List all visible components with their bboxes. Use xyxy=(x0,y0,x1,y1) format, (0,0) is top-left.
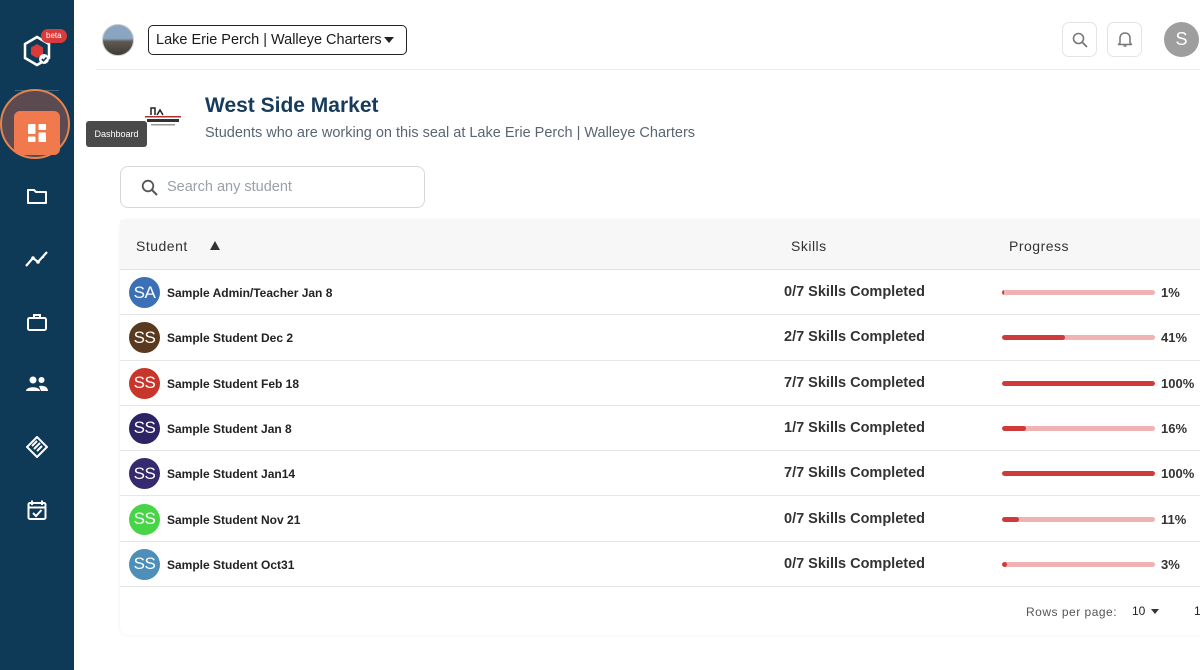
dashboard-icon xyxy=(28,124,46,142)
search-icon xyxy=(141,179,158,196)
progress-bar xyxy=(1002,471,1155,477)
skills-completed: 1/7 Skills Completed xyxy=(784,419,926,436)
caret-down-icon[interactable] xyxy=(1151,609,1159,614)
student-avatar: SS xyxy=(129,503,160,535)
progress-bar-fill xyxy=(1002,335,1065,341)
briefcase-icon xyxy=(27,314,47,331)
student-avatar: SA xyxy=(129,277,160,308)
people-icon xyxy=(26,376,48,391)
progress-bar-fill xyxy=(1002,516,1019,522)
student-name[interactable]: Sample Student Jan 8 xyxy=(167,422,292,436)
sidebar-item-people[interactable] xyxy=(22,369,52,399)
sidebar-item-seals[interactable] xyxy=(22,432,52,462)
progress-bar-fill xyxy=(1002,380,1155,386)
table-row[interactable]: SS Sample Student Jan 8 1/7 Skills Complet… xyxy=(120,406,1200,452)
folder-icon xyxy=(27,189,47,204)
beta-badge: beta xyxy=(41,29,67,43)
student-name[interactable]: Sample Student Nov 21 xyxy=(167,513,300,527)
org-selector-label: Lake Erie Perch | Walleye Charters xyxy=(156,32,382,48)
search-icon xyxy=(1072,32,1088,48)
skills-completed: 7/7 Skills Completed xyxy=(784,465,926,482)
students-table: Student Skills Progress SA Sample Admin/T… xyxy=(120,220,1200,635)
progress-bar xyxy=(1002,380,1155,386)
top-bar: Lake Erie Perch | Walleye Charters S xyxy=(96,0,1200,70)
progress-bar xyxy=(1002,561,1155,567)
progress-bar-fill xyxy=(1002,561,1007,567)
student-name[interactable]: Sample Student Dec 2 xyxy=(167,331,293,345)
bell-icon xyxy=(1117,32,1132,47)
progress-percent: 100% xyxy=(1161,375,1195,391)
dashboard-tooltip: Dashboard xyxy=(86,121,147,147)
table-row[interactable]: SA Sample Admin/Teacher Jan 8 0/7 Skills C… xyxy=(120,270,1200,316)
rows-per-page-label: Rows per page: xyxy=(1026,605,1118,619)
skills-completed: 0/7 Skills Completed xyxy=(784,284,926,300)
student-avatar: SS xyxy=(129,548,160,580)
page-indicator: 1 xyxy=(1194,604,1200,618)
column-header-skills[interactable]: Skills xyxy=(791,238,827,254)
sidebar-item-calendar[interactable] xyxy=(22,495,52,525)
sidebar: beta Dashboard xyxy=(0,0,147,670)
calendar-check-icon xyxy=(27,500,47,520)
caret-down-icon xyxy=(384,37,394,43)
student-name[interactable]: Sample Admin/Teacher Jan 8 xyxy=(167,286,332,300)
sidebar-item-dashboard[interactable] xyxy=(14,111,60,155)
skills-completed: 7/7 Skills Completed xyxy=(784,374,926,391)
org-selector-dropdown[interactable]: Lake Erie Perch | Walleye Charters xyxy=(148,25,407,55)
progress-percent: 16% xyxy=(1161,420,1188,436)
skills-completed: 0/7 Skills Completed xyxy=(784,555,926,572)
student-name[interactable]: Sample Student Jan14 xyxy=(167,467,295,481)
progress-bar xyxy=(1002,335,1155,341)
progress-bar-fill xyxy=(1002,290,1004,295)
progress-percent: 100% xyxy=(1161,466,1195,482)
global-search-button[interactable] xyxy=(1062,22,1097,57)
progress-bar xyxy=(1002,425,1155,431)
sort-ascending-icon[interactable] xyxy=(210,241,220,250)
student-avatar: SS xyxy=(129,412,160,444)
analytics-icon xyxy=(25,251,48,267)
column-header-progress[interactable]: Progress xyxy=(1009,238,1069,254)
rows-per-page-select[interactable]: 10 xyxy=(1132,604,1145,618)
org-avatar[interactable] xyxy=(102,24,134,56)
page-subtitle: Students who are working on this seal at… xyxy=(205,125,696,141)
student-avatar: SS xyxy=(129,458,160,490)
table-row[interactable]: SS Sample Student Oct31 0/7 Skills Complet… xyxy=(120,542,1200,588)
progress-percent: 41% xyxy=(1161,330,1188,346)
page-title: West Side Market xyxy=(205,94,379,117)
table-row[interactable]: SS Sample Student Jan14 7/7 Skills Complet… xyxy=(120,451,1200,497)
progress-percent: 3% xyxy=(1161,556,1180,572)
progress-bar-fill xyxy=(1002,471,1155,477)
sidebar-item-opportunities[interactable] xyxy=(22,307,52,337)
progress-percent: 11% xyxy=(1161,511,1187,527)
seal-logo-image xyxy=(143,104,183,134)
student-search-box xyxy=(120,166,425,208)
student-name[interactable]: Sample Student Feb 18 xyxy=(167,377,299,391)
table-row[interactable]: SS Sample Student Nov 21 0/7 Skills Comple… xyxy=(120,497,1200,542)
sidebar-item-analytics[interactable] xyxy=(22,244,52,274)
seal-icon xyxy=(26,436,48,458)
student-name[interactable]: Sample Student Oct31 xyxy=(167,558,294,572)
sidebar-item-folders[interactable] xyxy=(22,181,52,211)
table-row[interactable]: SS Sample Student Dec 2 2/7 Skills Complet… xyxy=(120,315,1200,361)
progress-bar-fill xyxy=(1002,425,1027,431)
student-avatar: SS xyxy=(129,367,160,399)
skills-completed: 2/7 Skills Completed xyxy=(784,329,926,346)
table-pagination: Rows per page: 10 1 xyxy=(120,590,1200,635)
table-row[interactable]: SS Sample Student Feb 18 7/7 Skills Comple… xyxy=(120,361,1200,406)
notifications-button[interactable] xyxy=(1107,22,1142,57)
column-header-student[interactable]: Student xyxy=(136,238,188,254)
progress-bar xyxy=(1002,290,1155,295)
progress-percent: 1% xyxy=(1161,285,1180,300)
progress-bar xyxy=(1002,516,1155,522)
table-header: Student Skills Progress xyxy=(120,220,1200,270)
user-avatar[interactable]: S xyxy=(1164,22,1199,57)
student-search-input[interactable] xyxy=(167,177,407,197)
student-avatar: SS xyxy=(129,322,160,354)
skills-completed: 0/7 Skills Completed xyxy=(784,510,926,527)
